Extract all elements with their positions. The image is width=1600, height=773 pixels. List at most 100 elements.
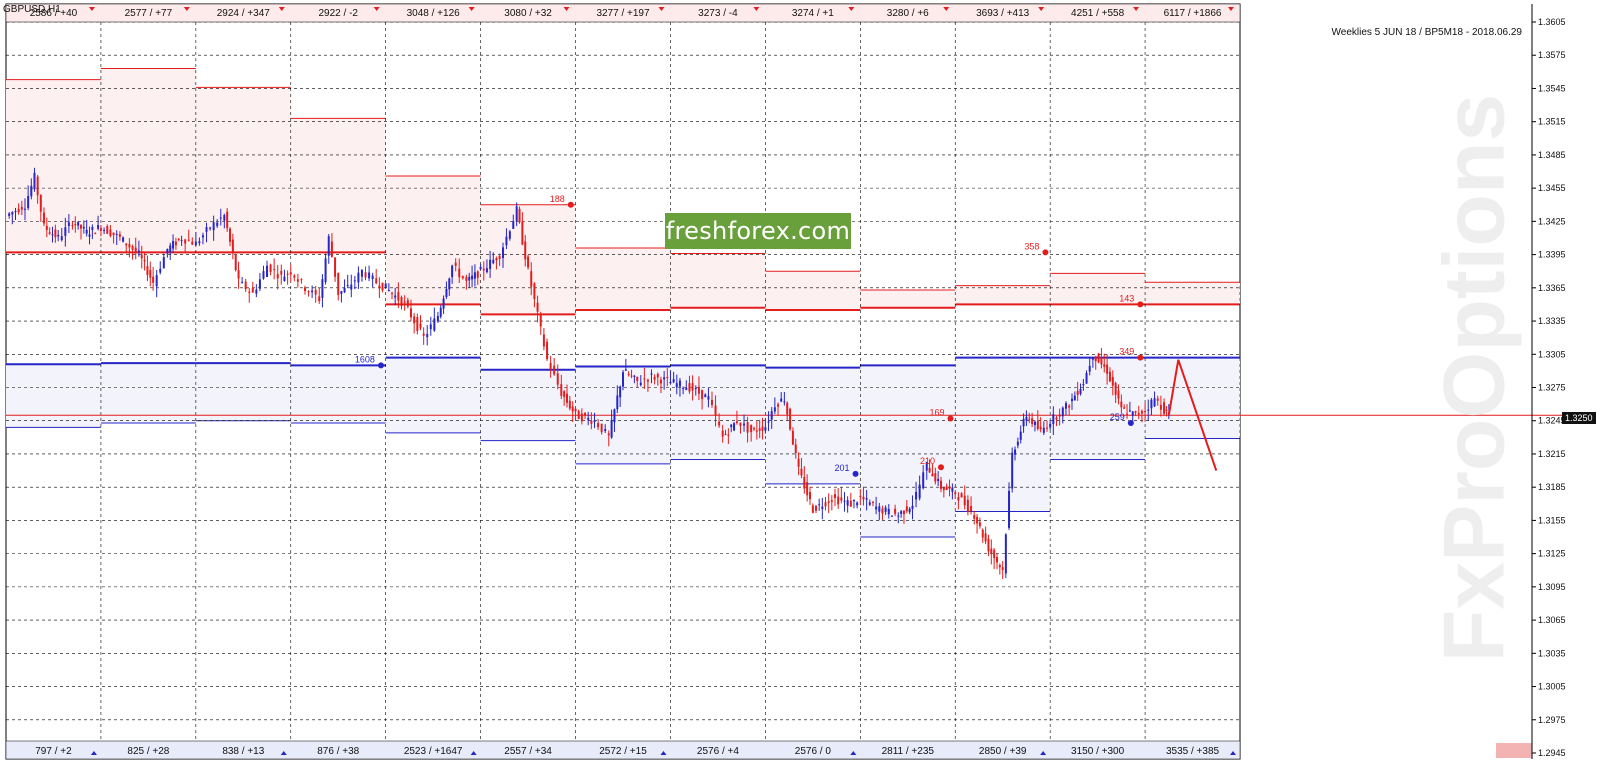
candle-body: [755, 430, 758, 432]
candle-body: [45, 225, 48, 230]
candle-body: [981, 529, 984, 538]
put-zone: [860, 365, 956, 538]
candle-body: [226, 211, 229, 229]
candle-body: [172, 241, 175, 249]
level-marker: [1137, 301, 1144, 308]
candle-body: [897, 515, 900, 517]
candle-body: [970, 506, 973, 512]
candle-body: [1068, 405, 1071, 408]
candle-body: [482, 268, 485, 271]
candle-body: [1073, 395, 1076, 401]
candle-body: [458, 268, 461, 278]
top-stat-cell: 2922 / -2: [318, 8, 358, 19]
candle-body: [495, 258, 498, 261]
candle-body: [710, 399, 713, 405]
candle-body: [419, 323, 422, 328]
candle-body: [721, 430, 724, 437]
candle-body: [580, 413, 583, 422]
candle-body: [837, 496, 840, 505]
candle-body: [937, 478, 940, 482]
candle-body: [498, 255, 501, 259]
candle-body: [454, 262, 457, 266]
pink-marker: [1496, 743, 1532, 758]
candle-body: [191, 241, 194, 245]
candle-body: [1019, 431, 1022, 440]
candle-body: [465, 276, 468, 281]
candle-body: [485, 268, 488, 273]
candle-body: [262, 271, 265, 279]
candle-body: [1091, 358, 1094, 360]
candle-body: [954, 492, 957, 495]
candle-body: [343, 287, 346, 293]
candle-body: [394, 295, 397, 298]
candle-body: [987, 538, 990, 552]
candle-body: [30, 185, 33, 197]
candle-body: [780, 398, 783, 402]
candle-body: [922, 472, 925, 489]
candle-body: [162, 257, 165, 269]
candle-body: [672, 379, 675, 383]
price-axis-label: 1.3065: [1538, 615, 1566, 625]
candle-body: [1076, 390, 1079, 395]
candle-body: [739, 422, 742, 427]
candle-body: [1058, 414, 1061, 417]
candle-body: [439, 307, 442, 317]
candle-body: [636, 376, 639, 382]
candle-body: [633, 375, 636, 377]
candle-body: [1156, 398, 1159, 401]
candle-body: [536, 302, 539, 312]
candle-body: [993, 549, 996, 559]
candle-body: [724, 433, 727, 435]
level-annotation: 143: [1119, 293, 1134, 303]
candle-body: [568, 400, 571, 409]
bottom-stat-cell: 3150 / +300: [1071, 746, 1125, 757]
price-axis-label: 1.3155: [1538, 515, 1566, 525]
bottom-stat-cell: 2557 / +34: [504, 746, 552, 757]
candle-body: [413, 316, 416, 324]
candle-body: [691, 383, 694, 391]
candle-body: [811, 505, 814, 513]
bottom-stat-cell: 2850 / +39: [979, 746, 1027, 757]
candle-body: [234, 254, 237, 271]
candle-body: [563, 391, 566, 398]
candle-body: [806, 482, 809, 496]
candle-body: [669, 381, 672, 384]
candle-body: [590, 420, 593, 424]
candle-body: [169, 245, 172, 252]
candle-body: [476, 271, 479, 278]
candle-body: [296, 279, 299, 282]
candle-body: [1031, 418, 1034, 424]
put-zone: [195, 363, 291, 421]
candle-body: [1011, 452, 1014, 489]
price-axis-label: 1.3545: [1538, 83, 1566, 93]
candle-body: [106, 226, 109, 234]
candle-body: [198, 241, 201, 244]
candle-body: [134, 247, 137, 252]
candle-body: [94, 233, 97, 235]
candle-body: [391, 292, 394, 294]
candle-body: [821, 506, 824, 509]
candle-body: [900, 511, 903, 514]
candle-body: [212, 222, 215, 231]
candle-body: [14, 211, 17, 213]
candle-body: [902, 510, 905, 515]
price-axis-label: 1.3095: [1538, 582, 1566, 592]
candle-body: [371, 275, 374, 280]
candle-body: [868, 502, 871, 505]
price-axis-label: 1.2975: [1538, 715, 1566, 725]
candle-body: [966, 499, 969, 512]
candle-body: [353, 280, 356, 282]
candle-body: [321, 279, 324, 298]
candle-body: [843, 500, 846, 502]
put-zone: [955, 357, 1051, 512]
candle-body: [639, 382, 642, 386]
candle-body: [502, 247, 505, 258]
candle-body: [852, 499, 855, 502]
candle-body: [653, 376, 656, 380]
level-marker: [947, 415, 954, 422]
level-marker: [377, 362, 384, 369]
candle-body: [527, 256, 530, 268]
candle-body: [166, 248, 169, 254]
candle-body: [473, 272, 476, 279]
candle-body: [616, 395, 619, 410]
